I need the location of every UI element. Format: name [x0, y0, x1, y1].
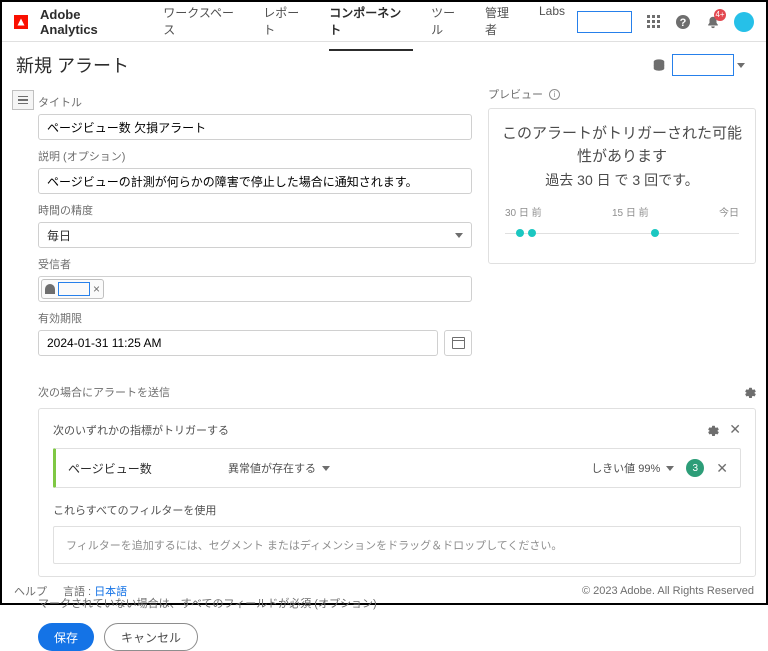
user-icon — [45, 284, 55, 294]
save-button[interactable]: 保存 — [38, 623, 94, 651]
info-icon[interactable]: i — [549, 89, 560, 100]
chevron-down-icon — [455, 233, 463, 238]
timeline-start: 30 日 前 — [505, 204, 542, 219]
svg-text:?: ? — [680, 17, 687, 29]
nav-workspace[interactable]: ワークスペース — [163, 0, 245, 51]
recipient-name — [58, 282, 90, 296]
gear-icon[interactable] — [742, 385, 756, 399]
lang-label: 言語 : — [63, 583, 91, 599]
title-label: タイトル — [38, 94, 472, 110]
granularity-label: 時間の精度 — [38, 202, 472, 218]
nav-admin[interactable]: 管理者 — [485, 0, 521, 51]
nav-labs[interactable]: Labs — [539, 0, 565, 51]
timeline-end: 今日 — [719, 204, 739, 219]
preview-subtitle: 過去 30 日 で 3 回です。 — [501, 170, 743, 190]
threshold-select[interactable]: しきい値 99% — [591, 460, 674, 476]
timeline-mid: 15 日 前 — [612, 204, 649, 219]
trigger-header: 次のいずれかの指標がトリガーする — [53, 422, 229, 438]
filter-drop-zone[interactable]: フィルターを追加するには、セグメント またはディメンションをドラッグ＆ドロップし… — [53, 526, 741, 564]
recipient-tag: × — [41, 279, 104, 299]
report-suite-select[interactable] — [672, 54, 734, 76]
close-trigger-icon[interactable]: ✕ — [729, 421, 741, 438]
filter-label: これらすべてのフィルターを使用 — [53, 502, 741, 518]
nav-reports[interactable]: レポート — [263, 0, 311, 51]
recipient-label: 受信者 — [38, 256, 472, 272]
copyright: © 2023 Adobe. All Rights Reserved — [582, 585, 754, 597]
nav-tools[interactable]: ツール — [431, 0, 467, 51]
expiry-label: 有効期限 — [38, 310, 472, 326]
expiry-input[interactable] — [38, 330, 438, 356]
brand-name: Adobe Analytics — [40, 7, 141, 37]
avatar[interactable] — [734, 12, 754, 32]
cancel-button[interactable]: キャンセル — [104, 623, 198, 651]
notification-badge: 4+ — [714, 9, 726, 21]
count-badge: 3 — [686, 459, 704, 477]
preview-title: このアラートがトリガーされた可能性があります — [501, 123, 743, 168]
page-title: 新規 アラート — [16, 52, 129, 78]
remove-recipient-icon[interactable]: × — [93, 283, 100, 295]
apps-icon[interactable] — [644, 13, 662, 31]
desc-label: 説明 (オプション) — [38, 148, 472, 164]
help-icon[interactable]: ? — [674, 13, 692, 31]
preview-timeline — [501, 225, 743, 245]
adobe-logo — [14, 15, 28, 29]
metric-row: ページビュー数 異常値が存在する しきい値 99% 3 ✕ — [53, 448, 741, 488]
rail-toggle[interactable] — [12, 90, 34, 110]
condition-select[interactable]: 異常値が存在する — [228, 460, 330, 476]
search-input[interactable] — [577, 11, 632, 33]
preview-card: このアラートがトリガーされた可能性があります 過去 30 日 で 3 回です。 … — [488, 108, 756, 264]
granularity-select[interactable]: 毎日 — [38, 222, 472, 248]
title-input[interactable] — [38, 114, 472, 140]
lang-link[interactable]: 日本語 — [94, 583, 127, 599]
alert-section-header: 次の場合にアラートを送信 — [38, 384, 170, 400]
calendar-button[interactable] — [444, 330, 472, 356]
chevron-down-icon — [666, 466, 674, 471]
metric-name: ページビュー数 — [68, 460, 228, 477]
help-link[interactable]: ヘルプ — [14, 583, 47, 599]
data-icon — [652, 58, 666, 72]
nav-components[interactable]: コンポーネント — [329, 0, 413, 51]
calendar-icon — [452, 337, 465, 349]
recipient-input[interactable]: × — [38, 276, 472, 302]
chevron-down-icon — [322, 466, 330, 471]
notifications-icon[interactable]: 4+ — [704, 13, 722, 31]
preview-label: プレビュー — [488, 86, 543, 102]
trigger-gear-icon[interactable] — [705, 423, 719, 437]
desc-input[interactable] — [38, 168, 472, 194]
remove-metric-icon[interactable]: ✕ — [716, 460, 728, 477]
